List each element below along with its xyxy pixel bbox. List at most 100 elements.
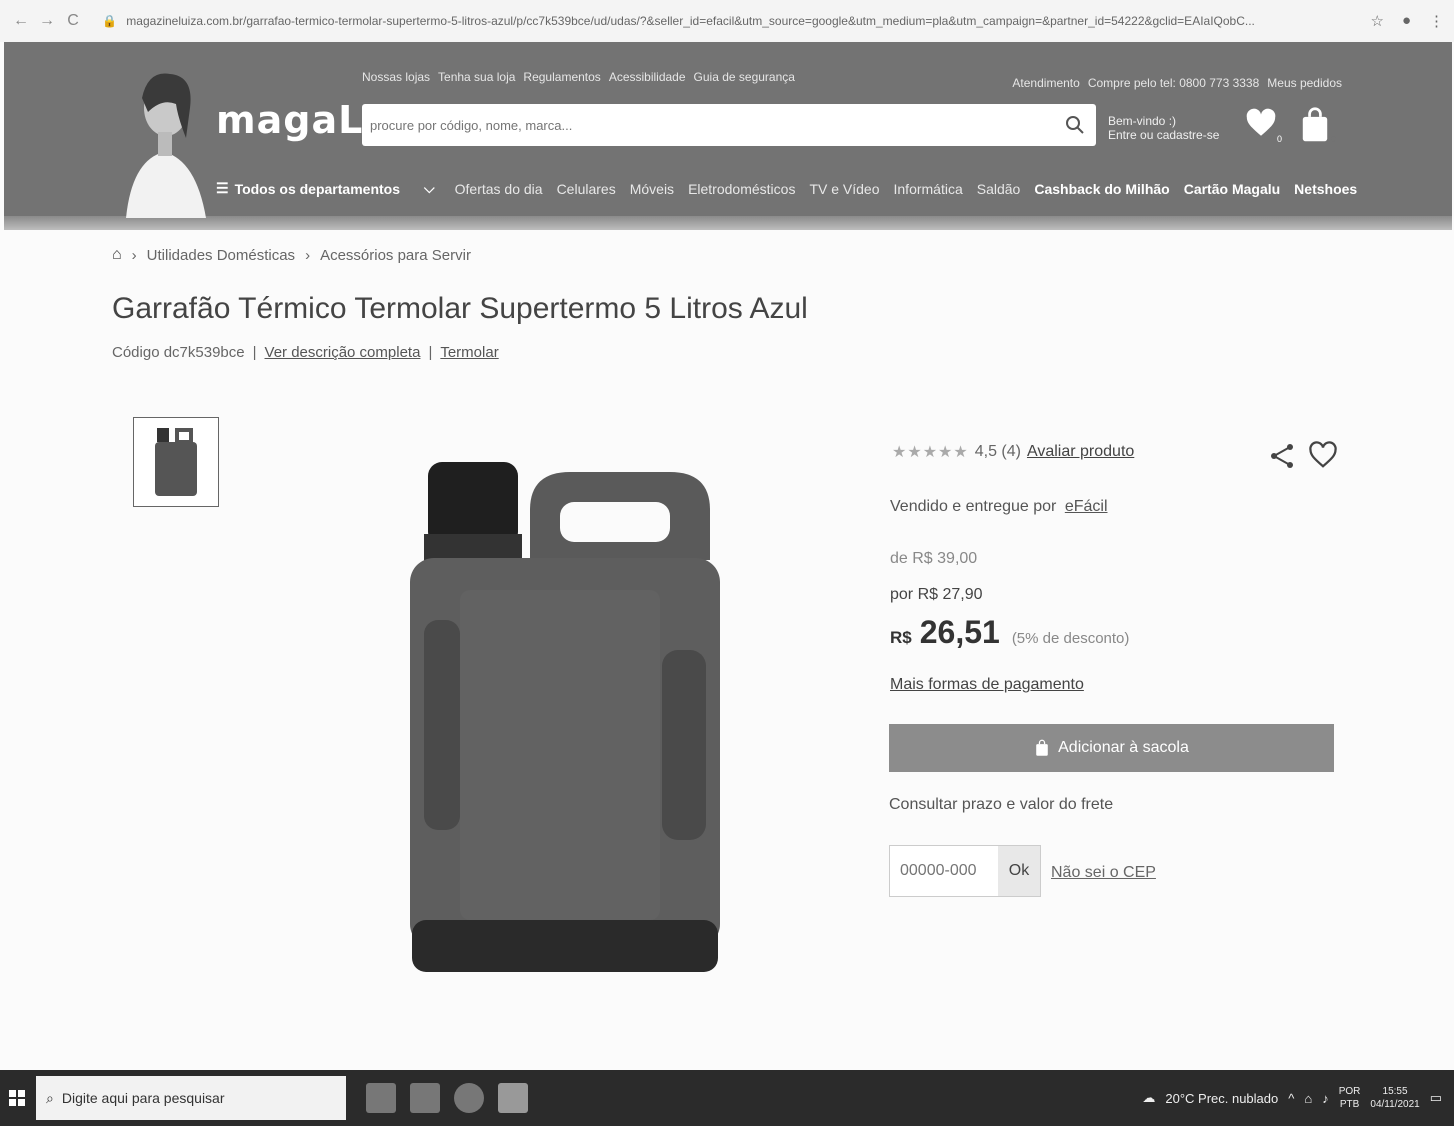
search-bar [362, 104, 1096, 146]
top-links: Nossas lojas Tenha sua loja Regulamentos… [362, 70, 795, 84]
brand-link[interactable]: Termolar [440, 344, 498, 361]
separator: | [252, 344, 257, 361]
mascot-avatar [126, 73, 206, 218]
nav-item[interactable]: Informática [894, 181, 963, 197]
taskbar-search[interactable]: ⌕ Digite aqui para pesquisar [36, 1076, 346, 1120]
windows-taskbar: ⌕ Digite aqui para pesquisar ☁ 20°C Prec… [0, 1070, 1454, 1126]
profile-icon[interactable]: ● [1402, 12, 1411, 30]
support-link[interactable]: Atendimento [1012, 76, 1079, 90]
weather-icon: ☁ [1142, 1090, 1156, 1105]
language-code: POR [1338, 1086, 1361, 1097]
chrome-icon[interactable] [454, 1083, 484, 1113]
url-text: magazineluiza.com.br/garrafao-termico-te… [126, 14, 1255, 28]
breadcrumb: ⌂ › Utilidades Domésticas › Acessórios p… [112, 246, 471, 264]
volume-icon[interactable]: ♪ [1322, 1091, 1329, 1106]
wishlist-count: 0 [1276, 134, 1282, 144]
keyboard-layout: PTB [1339, 1099, 1360, 1110]
word-icon[interactable] [410, 1083, 440, 1113]
chevron-right-icon: › [305, 246, 311, 264]
seller-link[interactable]: eFácil [1065, 498, 1108, 515]
add-to-bag-button[interactable]: Adicionar à sacola [889, 724, 1334, 772]
product-rating: ★★★★★ 4,5 (4) Avaliar produto [892, 442, 1134, 462]
welcome-text: Bem-vindo :) [1108, 114, 1177, 128]
cep-form: Ok [889, 845, 1041, 897]
top-link[interactable]: Guia de segurança [694, 70, 795, 84]
nav-item[interactable]: Saldão [977, 181, 1021, 197]
top-link[interactable]: Acessibilidade [609, 70, 686, 84]
browser-toolbar: ← → C 🔒 magazineluiza.com.br/garrafao-te… [0, 0, 1454, 42]
bag-icon [1036, 739, 1048, 756]
nav-item[interactable]: Móveis [630, 181, 674, 197]
wishlist-button[interactable]: 0 [1244, 106, 1284, 146]
rate-product-link[interactable]: Avaliar produto [1027, 443, 1134, 461]
cep-ok-button[interactable]: Ok [998, 846, 1040, 896]
nav-item[interactable]: Ofertas do dia [455, 181, 543, 197]
bag-icon [1302, 107, 1328, 142]
breadcrumb-item[interactable]: Acessórios para Servir [320, 247, 471, 264]
list-price: por R$ 27,90 [890, 586, 983, 603]
departments-label: Todos os departamentos [234, 180, 400, 197]
system-tray: ☁ 20°C Prec. nublado ^ ⌂ ♪ POR PTB 15:55… [1142, 1070, 1442, 1126]
clock[interactable]: 15:55 04/11/2021 [1370, 1085, 1419, 1111]
tray-chevron-icon[interactable]: ^ [1288, 1091, 1294, 1106]
product-title: Garrafão Térmico Termolar Supertermo 5 L… [112, 292, 808, 325]
back-icon[interactable]: ← [10, 10, 32, 32]
taskbar-search-placeholder: Digite aqui para pesquisar [61, 1090, 225, 1106]
clock-time: 15:55 [1382, 1086, 1408, 1097]
separator: | [428, 344, 433, 361]
home-icon[interactable]: ⌂ [112, 246, 122, 264]
cep-input[interactable] [890, 846, 998, 896]
menu-icon: ☰ [216, 180, 229, 196]
network-icon[interactable]: ⌂ [1304, 1091, 1312, 1106]
browser-menu-icon[interactable]: ⋮ [1429, 12, 1444, 30]
app-icon[interactable] [498, 1083, 528, 1113]
language-indicator[interactable]: POR PTB [1339, 1085, 1361, 1111]
forward-icon[interactable]: → [36, 10, 58, 32]
pinned-apps [366, 1083, 528, 1113]
bookmark-star-icon[interactable]: ☆ [1370, 12, 1383, 30]
nav-item-featured[interactable]: Cartão Magalu [1184, 181, 1280, 197]
bag-button[interactable]: 0 [1298, 106, 1338, 146]
notifications-icon[interactable]: ▭ [1430, 1090, 1442, 1106]
search-input[interactable] [370, 117, 1062, 133]
chevron-right-icon: › [131, 246, 137, 264]
nav-item-featured[interactable]: Netshoes [1294, 181, 1357, 197]
favorite-heart-icon[interactable] [1308, 440, 1338, 470]
product-image[interactable] [400, 450, 730, 980]
phone-link[interactable]: Compre pelo tel: 0800 773 3338 [1088, 76, 1259, 90]
final-price: R$ 26,51 (5% de desconto) [890, 614, 1129, 651]
product-meta: Código dc7k539bce | Ver descrição comple… [112, 344, 499, 361]
breadcrumb-item[interactable]: Utilidades Domésticas [147, 247, 295, 264]
nav-item-featured[interactable]: Cashback do Milhão [1034, 181, 1169, 197]
rating-value: 4,5 (4) [974, 443, 1021, 460]
clock-date: 04/11/2021 [1370, 1099, 1420, 1110]
top-link[interactable]: Nossas lojas [362, 70, 430, 84]
cep-help-link[interactable]: Não sei o CEP [1051, 864, 1156, 882]
rating-stars: ★★★★★ [892, 444, 969, 461]
nav-item[interactable]: Celulares [557, 181, 616, 197]
more-payment-link[interactable]: Mais formas de pagamento [890, 676, 1084, 694]
old-price: de R$ 39,00 [890, 550, 978, 567]
top-link[interactable]: Regulamentos [523, 70, 600, 84]
file-explorer-icon[interactable] [366, 1083, 396, 1113]
account-welcome[interactable]: Bem-vindo :) Entre ou cadastre-se [1108, 114, 1219, 142]
windows-start-icon[interactable] [0, 1070, 34, 1126]
all-departments-menu[interactable]: ☰ Todos os departamentos ⌵ [216, 180, 435, 197]
nav-item[interactable]: TV e Vídeo [809, 181, 879, 197]
nav-item[interactable]: Eletrodomésticos [688, 181, 795, 197]
address-bar[interactable]: 🔒 magazineluiza.com.br/garrafao-termico-… [102, 14, 1358, 28]
orders-link[interactable]: Meus pedidos [1267, 76, 1342, 90]
support-links: Atendimento Compre pelo tel: 0800 773 33… [1012, 76, 1342, 90]
shipping-label: Consultar prazo e valor do frete [889, 796, 1114, 813]
search-icon[interactable] [1062, 112, 1088, 138]
description-link[interactable]: Ver descrição completa [265, 344, 421, 361]
share-icon[interactable] [1268, 442, 1296, 470]
chevron-down-icon: ⌵ [424, 180, 435, 196]
reload-icon[interactable]: C [62, 10, 84, 32]
product-code: Código dc7k539bce [112, 344, 245, 361]
product-thumbnail[interactable] [133, 417, 219, 507]
top-link[interactable]: Tenha sua loja [438, 70, 515, 84]
lock-icon: 🔒 [102, 14, 117, 28]
weather-text[interactable]: 20°C Prec. nublado [1165, 1091, 1278, 1106]
price-currency: R$ [890, 628, 912, 647]
